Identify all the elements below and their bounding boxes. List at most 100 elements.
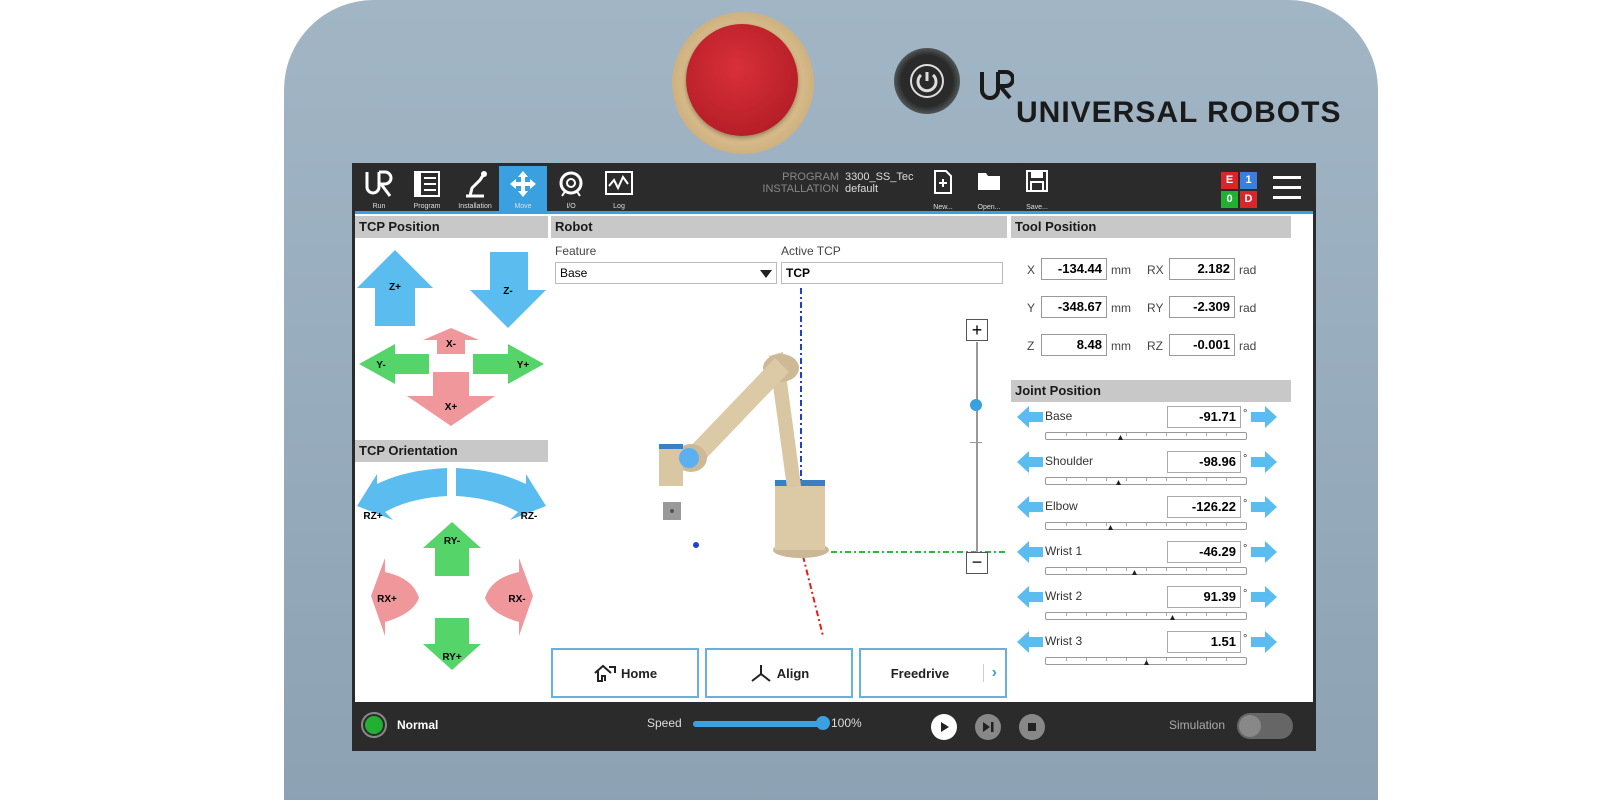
screen: Run Program Installation Move I/O Log PR…	[352, 163, 1316, 751]
slider-tick	[1186, 478, 1187, 481]
tab-log[interactable]: Log	[595, 166, 643, 211]
joint-decrease-button[interactable]	[1017, 496, 1043, 518]
y-plus-label: Y+	[517, 360, 530, 371]
speed-slider-handle[interactable]	[816, 716, 830, 730]
joint-increase-button[interactable]	[1251, 541, 1277, 563]
joint-decrease-button[interactable]	[1017, 451, 1043, 473]
tool-rz-value[interactable]: -0.001	[1169, 334, 1235, 356]
joint-value-field[interactable]: 91.39	[1167, 586, 1241, 608]
joint-increase-button[interactable]	[1251, 406, 1277, 428]
slider-tick	[1186, 523, 1187, 526]
rx-minus-button[interactable]: RX-	[485, 558, 533, 636]
home-button[interactable]: Home	[551, 648, 699, 698]
joint-value-field[interactable]: -98.96	[1167, 451, 1241, 473]
zoom-out-button[interactable]: −	[966, 552, 988, 574]
rx-minus-label: RX-	[508, 594, 525, 605]
step-button[interactable]	[975, 714, 1001, 740]
y-plus-button[interactable]: Y+	[473, 344, 544, 384]
joint-increase-button[interactable]	[1251, 451, 1277, 473]
tool-raxis-label: RY	[1147, 301, 1164, 315]
program-info: PROGRAM 3300_SS_Tec INSTALLATION default	[761, 171, 913, 195]
robot-status-indicator[interactable]	[361, 712, 387, 738]
rz-plus-button[interactable]: RZ+	[357, 468, 447, 522]
x-plus-label: X+	[445, 402, 458, 413]
tool-position-title: Tool Position	[1011, 216, 1291, 238]
x-minus-button[interactable]: X-	[423, 328, 479, 354]
tab-io[interactable]: I/O	[547, 166, 595, 211]
joint-decrease-button[interactable]	[1017, 406, 1043, 428]
joint-value-field[interactable]: -91.71	[1167, 406, 1241, 428]
open-button[interactable]: Open...	[969, 169, 1009, 211]
z-minus-button[interactable]: Z-	[470, 252, 546, 328]
joint-increase-button[interactable]	[1251, 496, 1277, 518]
speed-slider[interactable]	[693, 716, 830, 730]
power-button[interactable]	[894, 48, 960, 114]
tab-label: Installation	[458, 203, 492, 210]
slider-tick	[1106, 658, 1107, 661]
joint-value-field[interactable]: -46.29	[1167, 541, 1241, 563]
joint-position-marker	[1108, 525, 1113, 530]
new-label: New...	[933, 204, 953, 211]
hamburger-menu-icon[interactable]	[1273, 176, 1301, 200]
tab-run[interactable]: Run	[355, 166, 403, 211]
slider-tick	[1126, 478, 1127, 481]
tool-x-value[interactable]: -134.44	[1041, 258, 1107, 280]
zoom-slider-handle[interactable]	[970, 399, 982, 411]
active-tcp-field[interactable]: TCP	[781, 262, 1003, 284]
freedrive-button[interactable]: Freedrive ›	[859, 648, 1007, 698]
joint-increase-button[interactable]	[1251, 631, 1277, 653]
tab-move[interactable]: Move	[499, 166, 547, 211]
tab-program[interactable]: Program	[403, 166, 451, 211]
safety-status-grid[interactable]: E 1 0 D	[1221, 172, 1257, 208]
top-bar: Run Program Installation Move I/O Log PR…	[355, 166, 1313, 214]
ry-minus-button[interactable]: RY-	[423, 522, 481, 576]
align-button[interactable]: Align	[705, 648, 853, 698]
tcp-orientation-title: TCP Orientation	[355, 440, 548, 462]
joint-value-field[interactable]: 1.51	[1167, 631, 1241, 653]
arrow-right-icon	[1251, 406, 1277, 428]
zoom-in-button[interactable]: +	[966, 319, 988, 341]
joint-increase-button[interactable]	[1251, 586, 1277, 608]
slider-tick	[1086, 478, 1087, 481]
status-1: 1	[1240, 172, 1257, 189]
slider-tick	[1126, 433, 1127, 436]
z-plus-button[interactable]: Z+	[357, 250, 433, 326]
slider-tick	[1106, 433, 1107, 436]
tab-installation[interactable]: Installation	[451, 166, 499, 211]
emergency-stop-button[interactable]	[686, 24, 798, 136]
tool-y-value[interactable]: -348.67	[1041, 296, 1107, 318]
power-icon	[910, 64, 944, 98]
slider-tick	[1166, 478, 1167, 481]
rx-plus-button[interactable]: RX+	[371, 558, 419, 636]
joint-decrease-button[interactable]	[1017, 586, 1043, 608]
slider-tick	[1186, 658, 1187, 661]
save-button[interactable]: Save...	[1017, 169, 1057, 211]
slider-tick	[1126, 568, 1127, 571]
arrow-right-icon	[1251, 541, 1277, 563]
brand-name: UNIVERSAL ROBOTS	[1016, 96, 1342, 129]
joint-name-label: Base	[1045, 409, 1073, 423]
joint-decrease-button[interactable]	[1017, 631, 1043, 653]
tool-ry-value[interactable]: -2.309	[1169, 296, 1235, 318]
zoom-slider-track[interactable]	[976, 342, 978, 552]
status-d: D	[1240, 191, 1257, 208]
joint-value-field[interactable]: -126.22	[1167, 496, 1241, 518]
ry-plus-button[interactable]: RY+	[423, 618, 481, 670]
rz-minus-button[interactable]: RZ-	[456, 468, 546, 522]
tool-rx-value[interactable]: 2.182	[1169, 258, 1235, 280]
arrow-left-icon	[1017, 541, 1043, 563]
stop-button[interactable]	[1019, 714, 1045, 740]
slider-tick	[1186, 613, 1187, 616]
play-button[interactable]	[931, 714, 957, 740]
tool-z-value[interactable]: 8.48	[1041, 334, 1107, 356]
simulation-toggle[interactable]	[1237, 713, 1293, 739]
joint-decrease-button[interactable]	[1017, 541, 1043, 563]
slider-tick	[1186, 568, 1187, 571]
new-button[interactable]: New...	[923, 169, 963, 211]
feature-dropdown[interactable]: Base	[555, 262, 777, 284]
log-icon	[605, 171, 633, 195]
home-label: Home	[620, 665, 658, 681]
rx-plus-label: RX+	[377, 594, 397, 605]
y-minus-button[interactable]: Y-	[359, 344, 429, 384]
freedrive-chevron-icon: ›	[982, 664, 997, 682]
